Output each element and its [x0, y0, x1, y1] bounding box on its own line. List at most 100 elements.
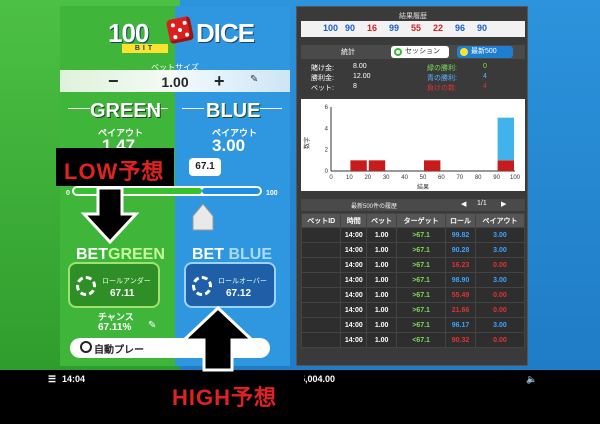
blue-title: BLUE [206, 100, 261, 122]
radio-icon [460, 48, 468, 56]
edit-chance-icon[interactable]: ✎ [148, 320, 156, 331]
table-row: 14:00 1.00 >67.1 90.28 3.00 [300, 242, 526, 258]
table-cell [300, 287, 342, 303]
prev-page-icon[interactable]: ◀ [461, 200, 466, 208]
column-header: ベット [366, 213, 398, 228]
table-cell [300, 332, 342, 348]
losses-label: 負けの数: [427, 85, 457, 92]
latest-toggle[interactable]: 最新500 [457, 46, 513, 58]
edit-icon[interactable]: ✎ [250, 74, 258, 85]
dice-icon [165, 15, 195, 45]
table-cell [300, 242, 342, 258]
increase-bet-button[interactable]: + [214, 71, 225, 92]
table-cell: 14:00 [340, 242, 368, 258]
table-cell: 1.00 [366, 317, 398, 333]
slider-handle[interactable] [192, 204, 214, 232]
bets-value: 8 [353, 83, 357, 90]
menu-icon[interactable]: ☰ [48, 374, 56, 385]
table-cell: 0.00 [474, 332, 526, 348]
table-row: 14:00 1.00 <67.1 90.32 0.00 [300, 332, 526, 348]
table-cell [300, 272, 342, 288]
table-row: 14:00 1.00 >67.1 21.66 0.00 [300, 302, 526, 318]
divider [68, 108, 90, 109]
logo: 100 BIT DICE [108, 14, 255, 53]
green-wins-value: 0 [483, 63, 487, 70]
blue-payout-value: 3.00 [212, 136, 246, 155]
bet-green-prefix: BET [76, 246, 108, 263]
table-cell: 0.00 [474, 287, 526, 303]
table-row: 14:00 1.00 >67.1 16.23 0.00 [300, 257, 526, 273]
high-annotation: HIGH予想 [164, 374, 304, 412]
table-cell: >67.1 [396, 317, 447, 333]
slider-value-bubble: 67.1 [189, 158, 221, 176]
table-cell: >67.1 [396, 242, 447, 258]
x-tick-label: 80 [475, 175, 482, 181]
auto-play-button[interactable]: 自動プレー [94, 341, 144, 356]
bar-red [424, 160, 441, 171]
table-cell: >67.1 [396, 257, 447, 273]
history-header: 最新500件の履歴 ◀ 1/1 ▶ [301, 199, 525, 211]
table-cell: 14:00 [340, 257, 368, 273]
recent-result: 90 [345, 23, 356, 33]
results-title: 結果履歴 [399, 13, 427, 20]
x-tick-label: 100 [510, 175, 521, 181]
roll-under-value: 67.11 [110, 288, 135, 299]
wins-label: 勝利金: [311, 75, 334, 82]
bet-green-button[interactable]: ロールアンダー 67.11 [68, 262, 160, 308]
sound-icon[interactable]: 🔈 [526, 374, 537, 385]
table-cell: >67.1 [396, 227, 447, 243]
session-label: セッション [405, 48, 440, 55]
recent-result: 22 [433, 23, 444, 33]
blue-wins-value: 4 [483, 73, 487, 80]
next-page-icon[interactable]: ▶ [501, 200, 506, 208]
low-annotation-text: LOW予想 [64, 159, 165, 184]
x-tick-label: 90 [493, 175, 500, 181]
table-cell: 0.00 [474, 302, 526, 318]
x-tick-label: 20 [364, 175, 371, 181]
x-tick-label: 40 [401, 175, 408, 181]
recent-result: 100 [323, 23, 339, 33]
recent-result: 16 [367, 23, 378, 33]
table-cell: >67.1 [396, 302, 447, 318]
table-cell: 1.00 [366, 272, 398, 288]
table-cell: >67.1 [396, 287, 447, 303]
table-cell: 90.32 [445, 332, 476, 348]
table-cell: 14:00 [340, 317, 368, 333]
slider-max: 100 [266, 190, 278, 197]
arrow-down-icon [80, 186, 140, 245]
high-annotation-text: HIGH予想 [172, 385, 278, 410]
table-cell: 1.00 [366, 332, 398, 348]
table-cell: 14:00 [340, 272, 368, 288]
table-cell: <67.1 [396, 332, 447, 348]
radio-icon [394, 48, 402, 56]
table-cell: 14:00 [340, 332, 368, 348]
table-cell [300, 317, 342, 333]
radio-icon[interactable] [80, 341, 92, 353]
table-cell: 1.00 [366, 257, 398, 273]
table-cell: 3.00 [474, 272, 526, 288]
stats-label: 統計 [341, 49, 355, 56]
table-cell: 14:00 [340, 302, 368, 318]
table-row: 14:00 1.00 >67.1 55.49 0.00 [300, 287, 526, 303]
session-toggle[interactable]: セッション [391, 46, 449, 58]
bet-green-color: GREEN [108, 246, 165, 263]
bar-red [497, 160, 514, 171]
bar-blue [497, 117, 514, 161]
recent-result: 96 [455, 23, 466, 33]
column-header: ターゲット [396, 213, 447, 228]
table-cell [300, 302, 342, 318]
bet-blue-button[interactable]: ロールオーバー 67.12 [184, 262, 276, 308]
blue-wins-label: 青の勝利: [427, 75, 457, 82]
history-table: ベットID 時間 ベット ターゲット ロール ペイアウト 14:00 1.00 >67.1 99… [300, 213, 526, 348]
table-cell [300, 257, 342, 273]
results-chart-svg: 0 10 20 30 40 50 60 70 80 90 100 0 2 4 6 数字結果 [303, 105, 521, 191]
results-chart: 0 10 20 30 40 50 60 70 80 90 100 0 2 4 6 数字 結果 [301, 99, 525, 191]
clock-time: 14:04 [62, 374, 86, 384]
slider-blue-fill [202, 188, 260, 194]
table-cell: 1.00 [366, 242, 398, 258]
x-tick-label: 30 [383, 175, 390, 181]
total-bets-label: 賭け金: [311, 65, 334, 72]
bar-red [350, 160, 367, 171]
roll-under-label: ロールアンダー [102, 278, 151, 285]
x-tick-label: 70 [456, 175, 463, 181]
